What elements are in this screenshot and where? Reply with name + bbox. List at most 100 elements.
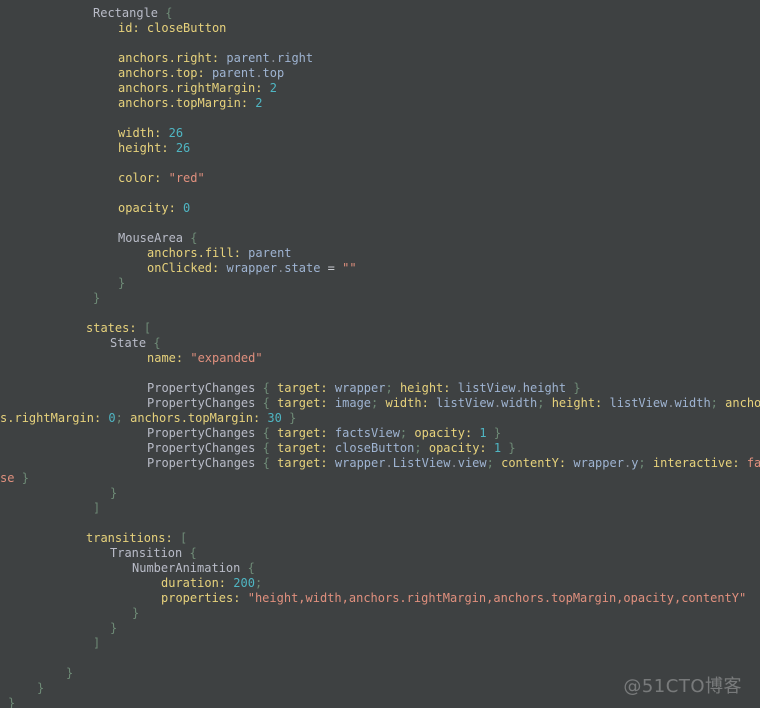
code-token: top:: [175, 66, 205, 80]
code-token: }: [66, 666, 74, 680]
code-token: se: [0, 471, 15, 485]
code-token: target:: [277, 456, 328, 470]
code-line: duration: 200;: [0, 576, 760, 591]
code-token: anchors: [118, 81, 169, 95]
code-line: anchors.fill: parent: [0, 246, 760, 261]
code-token: {: [190, 231, 198, 245]
code-token: contentY:: [501, 456, 567, 470]
code-token: "red": [168, 171, 205, 185]
code-line: }: [0, 621, 760, 636]
code-token: ]: [93, 636, 101, 650]
code-token: }: [508, 441, 516, 455]
code-token: ListView: [392, 456, 451, 470]
code-token: =: [327, 261, 335, 275]
code-token: color:: [118, 171, 162, 185]
code-token: "expanded": [190, 351, 263, 365]
code-token: }: [8, 696, 16, 708]
code-token: anchors: [130, 411, 181, 425]
code-token: 1: [479, 426, 487, 440]
code-token: anchors: [118, 51, 169, 65]
code-token: }: [21, 471, 29, 485]
code-token: .: [450, 456, 458, 470]
code-token: wrapper: [573, 456, 624, 470]
code-token: }: [132, 606, 140, 620]
code-token: }: [118, 276, 126, 290]
code-line: width: 26: [0, 126, 760, 141]
code-token: ;: [115, 411, 123, 425]
code-line: Rectangle {: [0, 6, 760, 21]
code-token: listView: [436, 396, 494, 410]
code-token: onClicked:: [147, 261, 220, 275]
code-line: ]: [0, 501, 760, 516]
code-token: .: [180, 411, 188, 425]
code-token: }: [93, 291, 101, 305]
code-token: wrapper: [226, 261, 278, 275]
code-line: }: [0, 666, 760, 681]
code-token: {: [247, 561, 255, 575]
code-token: ;: [710, 396, 718, 410]
code-token: ]: [93, 501, 101, 515]
code-token: 26: [168, 126, 184, 140]
code-token: width:: [118, 126, 162, 140]
code-token: opacity:: [428, 441, 487, 455]
code-token: PropertyChanges: [147, 396, 256, 410]
code-token: ;: [638, 456, 646, 470]
code-line: PropertyChanges { target: closeButton; o…: [0, 441, 760, 456]
code-token: wrapper: [334, 381, 386, 395]
code-token: PropertyChanges: [147, 426, 256, 440]
code-token: width: [501, 396, 538, 410]
code-token: 2: [269, 81, 277, 95]
code-line: se }: [0, 471, 760, 486]
code-token: [: [179, 531, 188, 545]
code-token: parent: [211, 66, 256, 80]
code-token: fal: [746, 456, 760, 470]
code-token: .: [168, 51, 176, 65]
code-token: .: [515, 381, 523, 395]
code-token: .: [667, 396, 675, 410]
code-line: anchors.topMargin: 2: [0, 96, 760, 111]
code-line: }: [0, 696, 760, 708]
code-token: NumberAnimation: [132, 561, 241, 575]
code-token: closeButton: [334, 441, 415, 455]
code-token: {: [165, 6, 173, 20]
code-token: anchors: [118, 96, 169, 110]
code-line: PropertyChanges { target: wrapper.ListVi…: [0, 456, 760, 471]
code-line: }: [0, 681, 760, 696]
code-line: }: [0, 276, 760, 291]
code-token: PropertyChanges: [147, 381, 256, 395]
code-line: }: [0, 486, 760, 501]
code-token: fill:: [204, 246, 241, 260]
code-line: anchors.right: parent.right: [0, 51, 760, 66]
code-token: ;: [414, 441, 422, 455]
code-editor-content[interactable]: Rectangle {id: closeButton anchors.right…: [0, 6, 760, 708]
code-token: 200: [233, 576, 255, 590]
